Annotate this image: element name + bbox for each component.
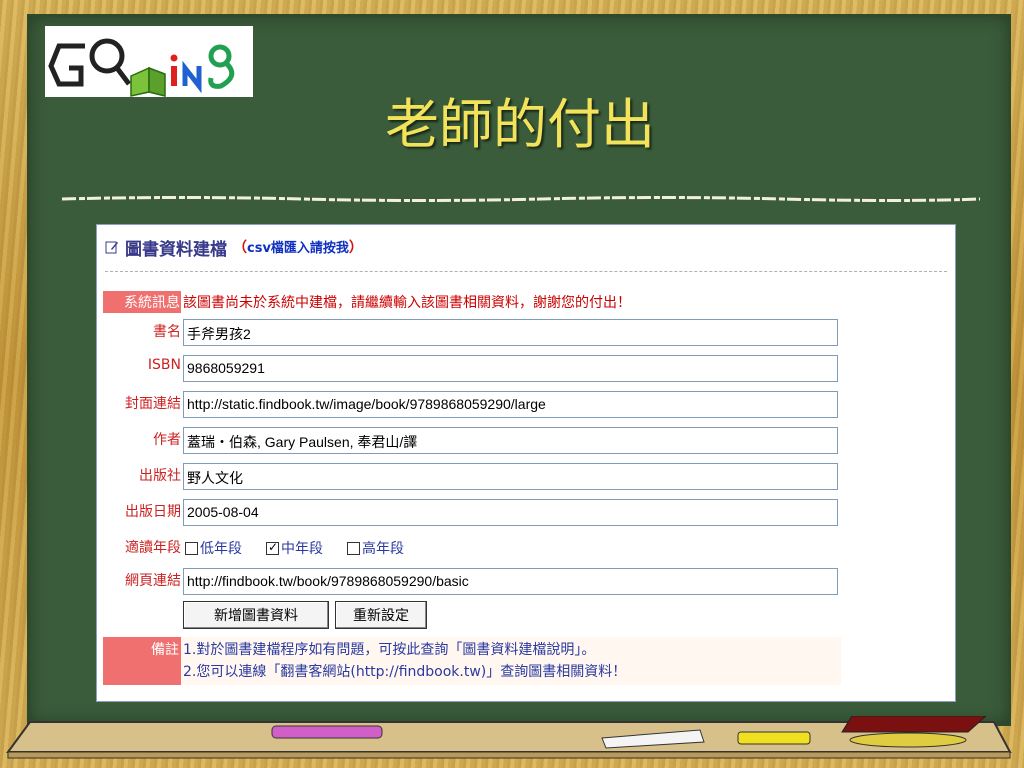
option-mid-grade[interactable]: 中年段 — [266, 538, 323, 558]
publisher-label: 出版社 — [139, 468, 181, 484]
checkbox-low-grade[interactable] — [185, 541, 198, 555]
note-line-1[interactable]: 1.對於圖書建檔程序如有問題，可按此查詢「圖書資料建檔說明」。 — [183, 639, 839, 661]
row-reading-level: 適讀年段 低年段 中年段 高年段 — [97, 533, 957, 563]
title-label: 書名 — [153, 324, 181, 340]
row-web-url: 網頁連結 http://findbook.tw/book/97898680592… — [97, 566, 957, 596]
going-logo — [45, 26, 253, 97]
row-cover-url: 封面連結 http://static.findbook.tw/image/boo… — [97, 389, 957, 419]
note-line-2[interactable]: 2.您可以連線「翻書客網站(http://findbook.tw)」查詢圖書相關… — [183, 661, 839, 683]
row-buttons: 新增圖書資料 重新設定 — [97, 599, 957, 629]
edit-icon — [105, 241, 118, 254]
title-input[interactable]: 手斧男孩2 — [183, 319, 838, 346]
row-pub-date: 出版日期 2005-08-04 — [97, 497, 957, 527]
web-url-label: 網頁連結 — [125, 573, 181, 589]
option-low-grade-label: 低年段 — [200, 541, 242, 557]
csv-import-link-wrap: （csv檔匯入請按我） — [233, 237, 363, 257]
notes-label: 備註 — [103, 637, 181, 685]
option-low-grade[interactable]: 低年段 — [185, 538, 242, 558]
add-book-button[interactable]: 新增圖書資料 — [183, 601, 329, 629]
pub-date-input[interactable]: 2005-08-04 — [183, 499, 838, 526]
author-label: 作者 — [153, 432, 181, 448]
row-author: 作者 蓋瑞・伯森, Gary Paulsen, 奉君山/譯 — [97, 425, 957, 455]
isbn-input[interactable]: 9868059291 — [183, 355, 838, 382]
option-high-grade-label: 高年段 — [362, 541, 404, 557]
reset-button[interactable]: 重新設定 — [335, 601, 427, 629]
row-isbn: ISBN 9868059291 — [97, 353, 957, 383]
paren-close: ） — [348, 240, 363, 256]
system-message-label: 系統訊息 — [103, 291, 181, 313]
notes-box: 1.對於圖書建檔程序如有問題，可按此查詢「圖書資料建檔說明」。 2.您可以連線「… — [181, 637, 841, 685]
isbn-label: ISBN — [147, 357, 181, 373]
system-message-text: 該圖書尚未於系統中建檔，請繼續輸入該圖書相關資料，謝謝您的付出！ — [183, 295, 631, 311]
chalk-yellow — [737, 731, 811, 745]
reading-level-options: 低年段 中年段 高年段 — [185, 538, 404, 558]
row-title: 書名 手斧男孩2 — [97, 317, 957, 347]
cover-url-label: 封面連結 — [125, 396, 181, 412]
pub-date-label: 出版日期 — [125, 504, 181, 520]
web-url-input[interactable]: http://findbook.tw/book/9789868059290/ba… — [183, 568, 838, 595]
panel-title: 圖書資料建檔 — [125, 239, 227, 260]
dotted-divider — [105, 271, 947, 272]
cover-url-input[interactable]: http://static.findbook.tw/image/book/978… — [183, 391, 838, 418]
reading-level-label: 適讀年段 — [125, 540, 181, 556]
author-input[interactable]: 蓋瑞・伯森, Gary Paulsen, 奉君山/譯 — [183, 427, 838, 454]
panel-header: 圖書資料建檔 （csv檔匯入請按我） — [105, 235, 363, 260]
checkbox-high-grade[interactable] — [347, 541, 360, 555]
chalk-divider — [62, 196, 980, 202]
publisher-input[interactable]: 野人文化 — [183, 463, 838, 490]
eraser-base — [849, 732, 967, 748]
eraser-top — [841, 716, 987, 733]
chalk-magenta — [271, 725, 383, 739]
system-message-row: 系統訊息 該圖書尚未於系統中建檔，請繼續輸入該圖書相關資料，謝謝您的付出！ — [97, 287, 957, 317]
csv-import-link[interactable]: csv檔匯入請按我 — [247, 241, 349, 256]
notes-row: 備註 1.對於圖書建檔程序如有問題，可按此查詢「圖書資料建檔說明」。 2.您可以… — [97, 637, 957, 687]
option-high-grade[interactable]: 高年段 — [347, 538, 404, 558]
option-mid-grade-label: 中年段 — [281, 541, 323, 557]
book-form-panel: 圖書資料建檔 （csv檔匯入請按我） 系統訊息 該圖書尚未於系統中建檔，請繼續輸… — [96, 224, 956, 702]
chalk-tray — [6, 716, 1012, 759]
row-publisher: 出版社 野人文化 — [97, 461, 957, 491]
paren-open: （ — [233, 240, 247, 256]
slide-title: 老師的付出 — [385, 93, 655, 156]
checkbox-mid-grade[interactable] — [266, 540, 279, 555]
